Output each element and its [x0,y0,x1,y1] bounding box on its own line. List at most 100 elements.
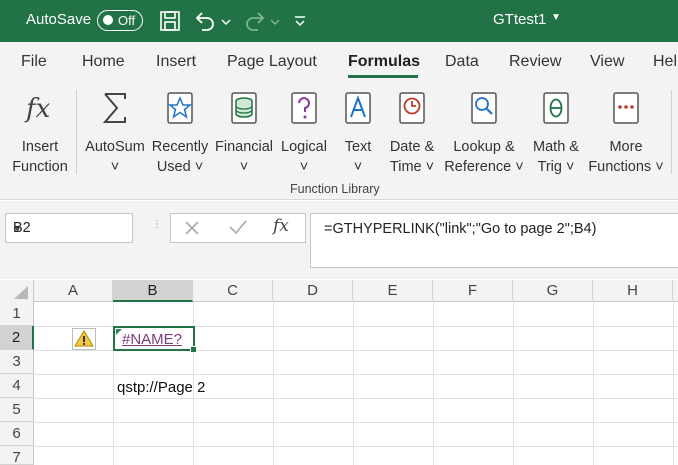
enter-check-icon[interactable] [228,218,248,236]
tab-page-layout[interactable]: Page Layout [227,53,317,71]
formulas-ribbon: fx Insert Function AutoSum ˅ Recently Us… [0,80,678,200]
function-library-group-label: Function Library [290,182,380,196]
more-functions-button[interactable]: More Functions ˅ [586,86,666,186]
formula-text: =GTHYPERLINK("link";"Go to page 2";B4) [324,221,597,237]
gridline [513,302,514,465]
row-header-7[interactable]: 7 [0,446,34,465]
column-header-f[interactable]: F [433,280,513,302]
gridline [34,374,678,375]
question-book-icon [291,92,317,124]
gridline [34,398,678,399]
chevron-down-icon[interactable]: ▼ [13,224,125,234]
theta-book-icon [543,92,569,124]
column-header-e[interactable]: E [353,280,433,302]
gridline [34,422,678,423]
sigma-icon [102,93,126,123]
clock-book-icon [399,92,425,124]
text-a-book-icon [345,92,371,124]
autosave-state: Off [118,13,136,28]
customize-qat-icon[interactable] [292,9,308,33]
autosum-button[interactable]: AutoSum ˅ [82,86,148,186]
text-label: Text ˅ [344,139,372,175]
chevron-down-icon[interactable]: ▼ [551,12,561,23]
autosave-label: AutoSave [26,11,92,28]
math-trig-button[interactable]: Math & Trig ˅ [528,86,584,186]
tab-help[interactable]: Help [653,53,678,71]
row-header-1[interactable]: 1 [0,302,34,326]
worksheet-grid: A B C D E F G H 1 2 3 4 5 6 7 #NAME? qst… [0,280,678,465]
tab-view[interactable]: View [590,53,624,71]
gridline [353,302,354,465]
column-header-a[interactable]: A [34,280,113,302]
column-header-d[interactable]: D [273,280,353,302]
resize-handle-icon[interactable]: ⋮ [152,219,162,230]
date-time-label: Date & Time ˅ [389,139,435,175]
autosave-toggle[interactable]: Off [97,10,143,31]
title-bar: AutoSave Off GTtest1 ▼ [0,0,678,42]
svg-text:fx: fx [24,94,51,124]
tab-review[interactable]: Review [509,53,561,71]
tab-home[interactable]: Home [82,53,125,71]
date-time-button[interactable]: Date & Time ˅ [384,86,440,186]
logical-label: Logical ˅ [281,139,327,175]
insert-function-label: Insert Function [12,139,68,175]
lookup-reference-button[interactable]: Lookup & Reference ˅ [442,86,526,186]
document-title[interactable]: GTtest1 [493,11,546,28]
tab-data[interactable]: Data [445,53,479,71]
more-functions-label: More Functions ˅ [588,139,664,175]
cell-b4-value[interactable]: qstp://Page 2 [117,379,205,396]
recently-used-label: Recently Used ˅ [151,139,209,175]
ribbon-separator [76,90,77,174]
more-dots-book-icon [613,92,639,124]
select-all-button[interactable] [0,280,34,302]
warning-icon [74,330,94,347]
financial-label: Financial ˅ [214,139,274,175]
gridline [433,302,434,465]
column-header-g[interactable]: G [513,280,593,302]
error-check-button[interactable] [72,328,96,350]
cell-b2-value[interactable]: #NAME? [122,331,182,348]
select-all-triangle-icon [14,286,28,299]
row-header-6[interactable]: 6 [0,422,34,446]
tab-file[interactable]: File [21,53,47,71]
gridline [593,302,594,465]
column-header-h[interactable]: H [593,280,673,302]
fill-handle[interactable] [190,346,197,353]
gridline [34,446,678,447]
redo-dropdown-icon[interactable] [268,9,282,33]
financial-button[interactable]: Financial ˅ [213,86,275,186]
row-header-4[interactable]: 4 [0,374,34,398]
formula-input[interactable]: =GTHYPERLINK("link";"Go to page 2";B4) [310,213,678,268]
column-header-c[interactable]: C [193,280,273,302]
function-fx-icon: fx [24,94,51,124]
gridline [673,302,674,465]
column-header-b[interactable]: B [113,280,193,302]
cancel-icon[interactable] [183,219,201,237]
tab-formulas[interactable]: Formulas [348,53,420,71]
row-header-3[interactable]: 3 [0,350,34,374]
coins-book-icon [231,92,257,124]
tab-insert[interactable]: Insert [156,53,196,71]
math-trig-label: Math & Trig ˅ [533,139,579,175]
magnifier-book-icon [471,92,497,124]
ribbon-separator [671,90,672,174]
ribbon-tabs: File Home Insert Page Layout Formulas Da… [0,42,678,80]
logical-button[interactable]: Logical ˅ [277,86,331,186]
autosum-label: AutoSum ˅ [85,139,145,175]
lookup-reference-label: Lookup & Reference ˅ [444,139,524,175]
autosave-toggle-knob [103,15,113,25]
insert-function-fx-button[interactable]: fx [273,216,289,236]
formula-bar: B2 ▼ ⋮ fx =GTHYPERLINK("link";"Go to pag… [0,201,678,279]
redo-icon[interactable] [243,9,267,33]
row-header-5[interactable]: 5 [0,398,34,422]
text-button[interactable]: Text ˅ [336,86,380,186]
save-icon[interactable] [158,9,182,33]
row-header-2[interactable]: 2 [0,326,34,350]
insert-function-button[interactable]: fx Insert Function [6,86,74,186]
undo-icon[interactable] [193,9,217,33]
recently-used-button[interactable]: Recently Used ˅ [149,86,211,186]
active-tab-indicator [348,75,418,78]
undo-dropdown-icon[interactable] [219,9,233,33]
name-box[interactable]: B2 ▼ [5,213,133,243]
star-book-icon [167,92,193,124]
